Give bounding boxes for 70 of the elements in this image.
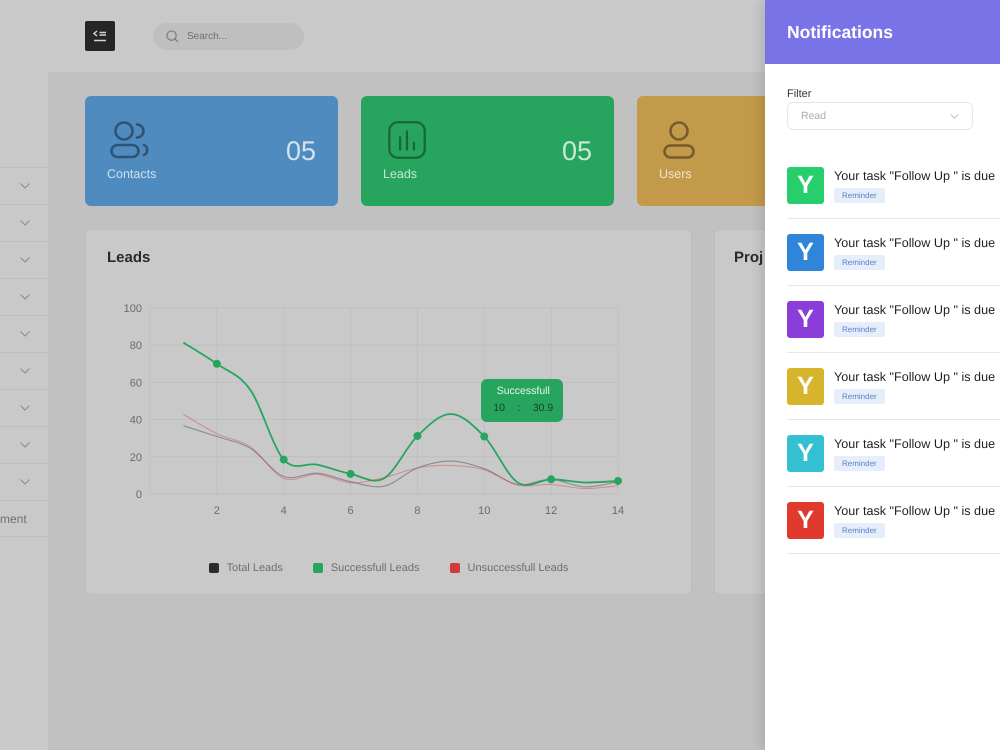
category-tag: Reminder: [834, 523, 885, 538]
chevron-down-icon: [20, 257, 30, 263]
legend-label: Successfull Leads: [330, 561, 420, 575]
axis-tick-label: 14: [612, 505, 624, 517]
notification-title[interactable]: Your task "Follow Up " is due: [834, 235, 996, 251]
chevron-down-icon: [20, 220, 30, 226]
bar-chart-icon: [386, 120, 428, 158]
data-point: [480, 432, 488, 441]
category-tag: Reminder: [834, 389, 885, 404]
search-field[interactable]: Search...: [153, 22, 304, 50]
axis-tick-label: 40: [130, 414, 142, 427]
letter-avatar: Y: [787, 301, 824, 338]
notification-title[interactable]: Your task "Follow Up " is due: [834, 436, 996, 452]
axis-tick-label: 12: [545, 505, 558, 517]
data-point: [346, 470, 355, 478]
axis-tick-label: 4: [280, 505, 287, 517]
stat-value: 05: [286, 136, 316, 166]
tooltip-title: Successfull: [496, 384, 550, 398]
data-point: [614, 476, 622, 485]
person-icon: [663, 120, 695, 158]
tooltip-x-value: 10: [493, 402, 505, 415]
stat-label: Contacts: [107, 166, 156, 182]
chevron-down-icon: [20, 368, 30, 374]
category-tag: Reminder: [834, 188, 885, 203]
card-title: Leads: [107, 249, 152, 267]
letter-avatar: Y: [787, 167, 824, 204]
search-icon: [166, 30, 179, 42]
axis-tick-label: 80: [130, 340, 142, 352]
stat-value: 05: [562, 136, 592, 166]
data-point: [212, 360, 221, 368]
chevron-down-icon: [20, 479, 30, 485]
data-point: [280, 456, 288, 464]
letter-avatar: Y: [787, 502, 824, 539]
data-point: [547, 475, 556, 484]
stat-label: Users: [659, 166, 692, 182]
card-title: Proj: [734, 249, 764, 267]
notification-title[interactable]: Your task "Follow Up " is due: [834, 168, 996, 184]
category-tag: Reminder: [834, 456, 885, 471]
notification-title[interactable]: Your task "Follow Up " is due: [834, 369, 996, 385]
chevron-down-icon: [950, 114, 959, 118]
chevron-down-icon: [20, 331, 30, 337]
chevron-down-icon: [20, 183, 30, 189]
axis-tick-label: 2: [214, 505, 220, 517]
menu-collapse-icon: [93, 30, 107, 42]
letter-avatar: Y: [787, 435, 824, 472]
tooltip-separator: :: [517, 402, 520, 415]
category-tag: Reminder: [834, 322, 885, 337]
chevron-down-icon: [20, 442, 30, 448]
legend-label: Total Leads: [226, 561, 283, 575]
panel-title: Notifications: [787, 22, 893, 42]
axis-tick-label: 8: [414, 505, 420, 517]
notification-title[interactable]: Your task "Follow Up " is due: [834, 503, 996, 519]
axis-tick-label: 6: [348, 505, 354, 517]
data-point: [413, 432, 422, 440]
axis-tick-label: 20: [130, 452, 142, 464]
axis-tick-label: 100: [124, 303, 142, 315]
axis-tick-label: 0: [136, 489, 142, 501]
filter-label: Filter: [787, 87, 812, 101]
chevron-down-icon: [20, 294, 30, 300]
chevron-down-icon: [20, 405, 30, 411]
letter-avatar: Y: [787, 368, 824, 405]
tooltip-y-value: 30.9: [532, 402, 554, 415]
axis-tick-label: 10: [478, 505, 490, 517]
axis-tick-label: 60: [130, 377, 142, 390]
menu-toggle-button[interactable]: [85, 21, 115, 51]
legend-label: Unsuccessfull Leads: [468, 561, 568, 575]
letter-avatar: Y: [787, 234, 824, 271]
stat-label: Leads: [383, 166, 418, 182]
category-tag: Reminder: [834, 255, 885, 270]
notification-title[interactable]: Your task "Follow Up " is due: [834, 302, 996, 318]
